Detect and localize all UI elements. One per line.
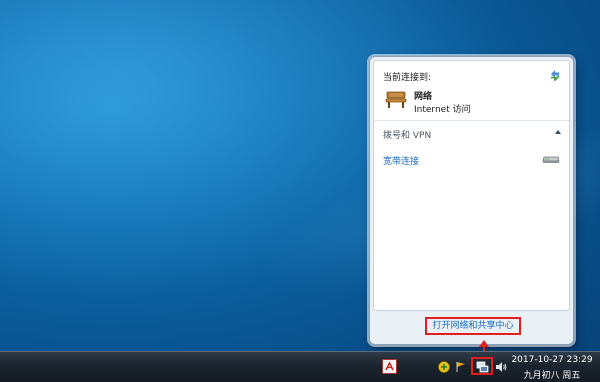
section-title: 拨号和 VPN xyxy=(383,131,432,141)
flyout-content: 当前连接到: 网络 Internet 访问 拨号和 VPN 宽带连接 xyxy=(373,60,570,311)
network-flyout: 当前连接到: 网络 Internet 访问 拨号和 VPN 宽带连接 打开网络和… xyxy=(369,56,574,345)
flag-tray-icon[interactable] xyxy=(456,361,466,373)
dialup-vpn-section-header[interactable]: 拨号和 VPN xyxy=(374,121,569,141)
network-access-status: Internet 访问 xyxy=(414,105,471,115)
highlight-arrow-head xyxy=(479,340,489,347)
broadband-connection-item[interactable]: 宽带连接 xyxy=(383,154,419,167)
volume-icon[interactable] xyxy=(495,361,507,373)
refresh-icon[interactable] xyxy=(549,69,561,81)
clock-lunar-date: 九月初八 周五 xyxy=(523,371,581,381)
status-tray-icon[interactable] xyxy=(438,361,450,373)
network-name: 网络 xyxy=(414,92,433,102)
app-tray-icon[interactable] xyxy=(382,359,397,374)
clock-datetime: 2017-10-27 23:29 xyxy=(511,355,593,365)
bench-network-icon xyxy=(385,91,407,108)
modem-icon xyxy=(542,156,560,163)
taskbar: 2017-10-27 23:29 九月初八 周五 xyxy=(0,351,600,382)
collapse-icon[interactable] xyxy=(555,130,561,134)
current-connection-label: 当前连接到: xyxy=(383,73,432,83)
flyout-footer: 打开网络和共享中心 xyxy=(370,311,573,344)
network-tray-icon[interactable] xyxy=(471,357,493,375)
open-network-sharing-center-link[interactable]: 打开网络和共享中心 xyxy=(425,317,521,335)
taskbar-clock[interactable]: 2017-10-27 23:29 九月初八 周五 xyxy=(508,353,596,381)
